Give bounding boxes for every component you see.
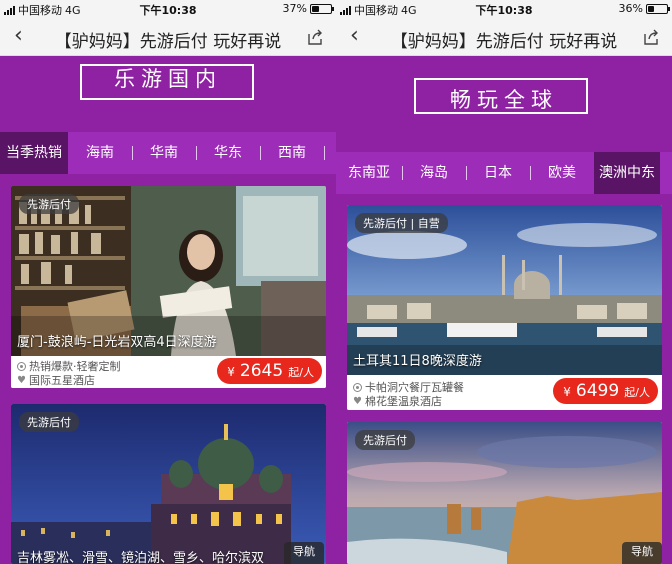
battery-icon	[646, 3, 670, 14]
tab-europe-america[interactable]: 欧美	[530, 152, 594, 194]
battery-info: 37%	[282, 2, 334, 15]
card-tag: 先游后付	[19, 194, 79, 214]
hero-banner: 畅玩全球	[336, 56, 672, 146]
tab-south-china[interactable]: 华南	[132, 132, 196, 174]
left-screen: 中国移动 4G 下午10:38 37% ‹ 【驴妈妈】先游后付 玩好再说 乐游国…	[0, 0, 336, 564]
card-tag: 先游后付	[19, 412, 79, 432]
card-title: 厦门-鼓浪屿-日光岩双高4日深度游	[17, 335, 217, 350]
battery-info: 36%	[618, 2, 670, 15]
heart-icon: ♥	[17, 374, 26, 386]
card-hotel: ♥ 棉花堡温泉酒店	[353, 393, 442, 409]
product-card[interactable]: 先游后付 导航	[347, 422, 662, 564]
price-unit: 起/人	[624, 386, 650, 399]
price-currency: ¥	[563, 385, 571, 399]
share-icon[interactable]	[306, 28, 324, 46]
card-hotel: ♥ 国际五星酒店	[17, 372, 95, 388]
price-currency: ¥	[227, 365, 235, 379]
chevron-left-icon[interactable]: ‹	[14, 25, 23, 47]
card-info: 卡帕洞穴餐厅瓦罐餐 ♥ 棉花堡温泉酒店 ¥ 6499 起/人	[347, 375, 662, 410]
hero-title: 乐游国内	[108, 67, 228, 91]
price-badge[interactable]: ¥ 2645 起/人	[217, 358, 322, 384]
product-card[interactable]: 先游后付 吉林雾凇、滑雪、镜泊湖、雪乡、哈尔滨双 导航	[11, 404, 326, 564]
product-card[interactable]: 先游后付 厦门-鼓浪屿-日光岩双高4日深度游 热销爆款·轻奢定制 ♥ 国际五星酒…	[11, 186, 326, 388]
tab-east-china[interactable]: 华东	[196, 132, 260, 174]
battery-percent: 36%	[618, 2, 643, 15]
nav-float-button[interactable]: 导航	[284, 542, 324, 564]
right-screen: 中国移动 4G 下午10:38 36% ‹ 【驴妈妈】先游后付 玩好再说 畅玩全…	[336, 0, 672, 564]
price-value: 2645	[239, 361, 284, 381]
tab-islands[interactable]: 海岛	[402, 152, 466, 194]
card-title: 土耳其11日8晚深度游	[353, 354, 482, 369]
status-bar: 中国移动 4G 下午10:38 36%	[336, 0, 672, 18]
card-hotel-text: 棉花堡温泉酒店	[364, 395, 442, 408]
category-tabs: 东南亚 海岛 日本 欧美 澳洲中东	[336, 152, 672, 194]
tab-north-china[interactable]: 华	[324, 132, 336, 174]
product-card[interactable]: 先游后付 | 自营 土耳其11日8晚深度游 卡帕洞穴餐厅瓦罐餐 ♥ 棉花堡温泉酒…	[347, 205, 662, 410]
card-title: 吉林雾凇、滑雪、镜泊湖、雪乡、哈尔滨双	[17, 551, 265, 564]
dish-icon	[353, 382, 362, 392]
tab-hainan[interactable]: 海南	[68, 132, 132, 174]
status-bar: 中国移动 4G 下午10:38 37%	[0, 0, 336, 18]
tab-southwest[interactable]: 西南	[260, 132, 324, 174]
nav-float-button[interactable]: 导航	[622, 542, 662, 564]
price-value: 6499	[575, 381, 620, 401]
page-title: 【驴妈妈】先游后付 玩好再说	[390, 32, 618, 52]
share-icon[interactable]	[642, 28, 660, 46]
tab-southeast-asia[interactable]: 东南亚	[336, 152, 402, 194]
price-unit: 起/人	[288, 366, 314, 379]
hero-title: 畅玩全球	[444, 88, 564, 112]
nav-bar: ‹ 【驴妈妈】先游后付 玩好再说	[336, 18, 672, 56]
chevron-left-icon[interactable]: ‹	[350, 25, 359, 47]
card-hotel-text: 国际五星酒店	[28, 374, 95, 387]
card-info: 热销爆款·轻奢定制 ♥ 国际五星酒店 ¥ 2645 起/人	[11, 356, 326, 388]
tab-hot[interactable]: 当季热销	[0, 132, 68, 174]
price-badge[interactable]: ¥ 6499 起/人	[553, 378, 658, 404]
hero-banner: 乐游国内	[0, 56, 336, 132]
dish-icon	[17, 361, 26, 371]
nav-bar: ‹ 【驴妈妈】先游后付 玩好再说	[0, 18, 336, 56]
card-tag: 先游后付	[355, 430, 415, 450]
tab-australia-mideast[interactable]: 澳洲中东	[594, 152, 660, 194]
tab-japan[interactable]: 日本	[466, 152, 530, 194]
heart-icon: ♥	[353, 395, 362, 407]
card-tag: 先游后付 | 自营	[355, 213, 448, 233]
category-tabs: 当季热销 海南 华南 华东 西南 华	[0, 132, 336, 174]
battery-icon	[310, 3, 334, 14]
battery-percent: 37%	[282, 2, 307, 15]
page-title: 【驴妈妈】先游后付 玩好再说	[54, 32, 282, 52]
